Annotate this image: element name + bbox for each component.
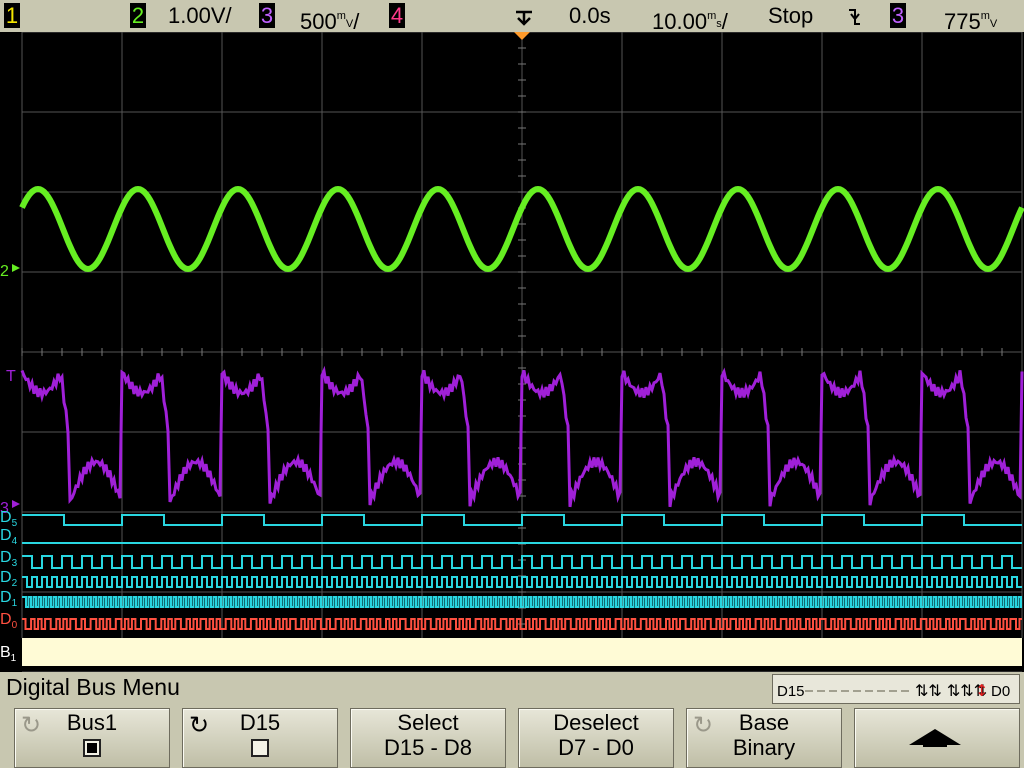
checkbox-check-icon [87,743,97,753]
softkey-base-value: Binary [732,735,796,760]
digital-channel-trace [22,576,1022,588]
softkey-base-label: Base [738,710,790,735]
bus-bit-indicator: D15 ⇅⇅ ⇅⇅⇅ ↕ D0 [772,674,1020,704]
trigger-level-marker[interactable]: T [6,368,16,385]
trigger-point-icon [514,32,530,40]
softkey-bus1[interactable]: ↻ Bus1 [14,708,170,768]
softkey-bus1-label: Bus1 [66,710,118,735]
channel-3-scale: 500mV/ [300,9,360,34]
time-delay: 0.0s [569,3,611,28]
channel-2-indicator[interactable]: 2 [130,3,146,28]
softkey-channel-select[interactable]: ↻ D15 [182,708,338,768]
softkey-base[interactable]: ↻ Base Binary [686,708,842,768]
softkey-deselect-range[interactable]: Deselect D7 - D0 [518,708,674,768]
digital-channel-label[interactable]: D3 [0,549,18,569]
bus-1-display [22,638,1022,666]
softkey-deselect-range-label: D7 - D0 [558,735,634,760]
channel-1-indicator[interactable]: 1 [4,3,20,28]
waveform-display[interactable]: 2 T 3 D5D4D3D2D1D0B1 [0,32,1024,672]
digital-channel-label[interactable]: D5 [0,509,18,529]
bit-indicator-right: D0 [991,683,1010,700]
channel-2-marker[interactable]: 2 [0,263,9,280]
channel-2-number: 2 [131,3,145,28]
channel-3-indicator[interactable]: 3 [259,3,275,28]
digital-channel-label[interactable]: D0 [0,611,18,631]
time-scale: 10.00ms/ [652,9,728,34]
channel-4-number: 4 [390,3,404,28]
trigger-source-indicator[interactable]: 3 [890,3,906,28]
channel-3-ground-icon [12,500,20,508]
digital-channel-trace [22,514,1022,526]
softkey-channel-label: D15 [239,710,281,735]
channel-4-indicator[interactable]: 4 [389,3,405,28]
up-arrow-icon [909,729,961,747]
digital-channel-trace [22,596,1022,608]
digital-channel-label[interactable]: D1 [0,589,18,609]
softkey-select-range-label: D15 - D8 [383,735,473,760]
bit-indicator-left: D15 [777,683,805,700]
channel-2-ground-icon [12,264,20,272]
run-state: Stop [768,3,814,28]
softkey-select-range[interactable]: Select D15 - D8 [350,708,506,768]
digital-channel-labels: D5D4D3D2D1D0 B1 [0,509,18,664]
falling-edge-icon [849,9,860,25]
digital-channel-label[interactable]: D2 [0,569,18,589]
trigger-position-icon [516,10,532,26]
status-bar: 1 2 1.00V/ 3 500mV/ 4 0.0s 10.00ms/ Stop… [0,0,1024,34]
softkey-back[interactable] [854,708,1020,768]
svg-text:↕: ↕ [975,681,988,700]
channel-include-checkbox[interactable] [251,739,269,757]
softkey-select-label: Select [397,710,459,735]
trigger-source: 3 [891,3,905,28]
channel-3-number: 3 [260,3,274,28]
channel-2-scale: 1.00V/ [168,3,232,28]
channel-1-number: 1 [5,3,19,28]
digital-channel-trace [22,555,1022,569]
digital-channel-label[interactable]: D4 [0,527,18,547]
menu-title: Digital Bus Menu [6,674,180,700]
trigger-level: 775mV [944,9,998,34]
softkey-deselect-label: Deselect [553,710,639,735]
bus1-checkbox[interactable] [83,739,101,757]
digital-channel-label[interactable]: B1 [0,644,17,664]
